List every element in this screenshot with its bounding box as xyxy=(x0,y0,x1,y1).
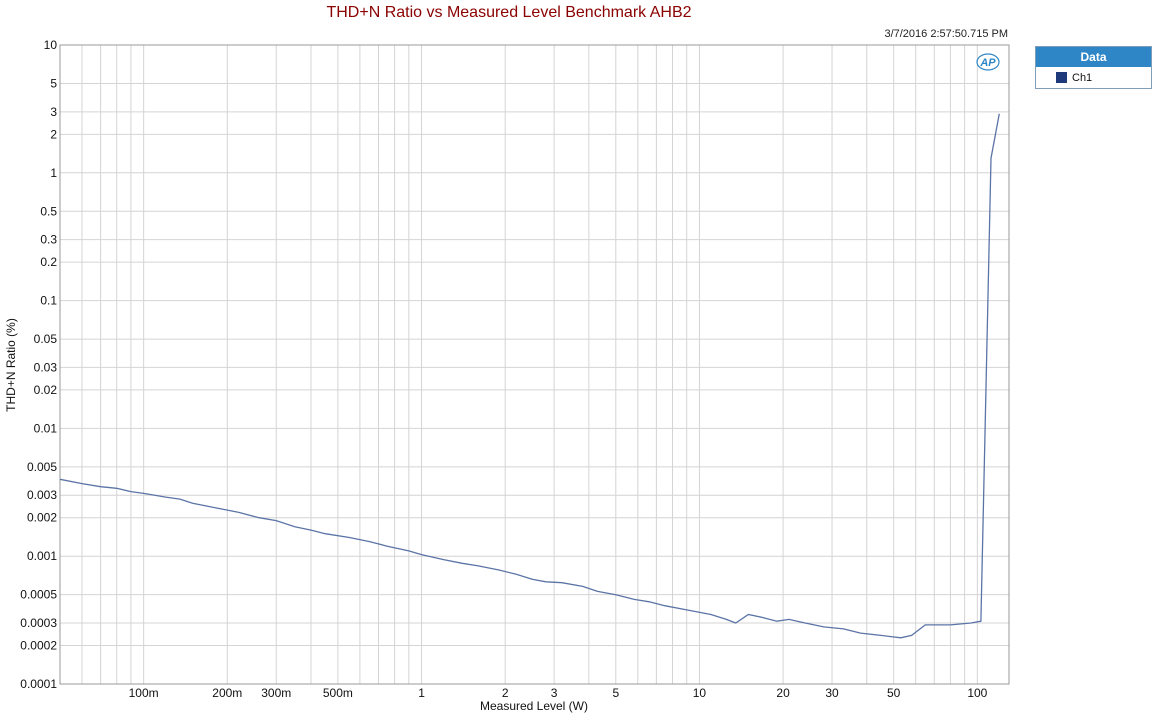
legend-item-ch1[interactable]: Ch1 xyxy=(1036,67,1151,88)
y-tick-label: 5 xyxy=(50,76,57,90)
x-axis-label: Measured Level (W) xyxy=(480,699,588,713)
x-tick-label: 10 xyxy=(693,686,707,700)
y-tick-label: 0.01 xyxy=(34,421,58,435)
x-tick-label: 500m xyxy=(323,686,353,700)
y-tick-labels: 10 5 3 2 1 0.5 0.3 0.2 0.1 0.05 0.03 0.02 0.01 0.005 0… xyxy=(20,38,57,691)
y-tick-label: 1 xyxy=(50,166,57,180)
y-tick-label: 0.0005 xyxy=(20,588,57,602)
y-tick-label: 0.0001 xyxy=(20,677,57,691)
x-tick-label: 3 xyxy=(551,686,558,700)
legend-swatch xyxy=(1056,72,1067,83)
series-ch1-line xyxy=(59,113,1000,639)
x-tick-label: 20 xyxy=(776,686,790,700)
legend-header: Data xyxy=(1036,47,1151,67)
y-tick-label: 2 xyxy=(50,127,57,141)
y-tick-label: 3 xyxy=(50,105,57,119)
y-tick-label: 0.02 xyxy=(34,383,58,397)
x-tick-label: 100 xyxy=(967,686,987,700)
y-tick-label: 0.05 xyxy=(34,332,58,346)
y-tick-label: 0.1 xyxy=(40,294,57,308)
x-tick-label: 30 xyxy=(825,686,839,700)
legend-panel: Data Ch1 xyxy=(1035,46,1152,89)
y-tick-label: 0.005 xyxy=(27,460,57,474)
ap-logo-text: AP xyxy=(979,57,996,69)
y-tick-label: 0.03 xyxy=(34,360,58,374)
y-tick-label: 0.002 xyxy=(27,511,57,525)
y-tick-label: 0.003 xyxy=(27,488,57,502)
legend-item-label: Ch1 xyxy=(1072,71,1093,84)
y-tick-label: 0.001 xyxy=(27,549,57,563)
x-tick-label: 5 xyxy=(612,686,619,700)
x-tick-label: 100m xyxy=(129,686,159,700)
y-tick-label: 0.0002 xyxy=(20,639,57,653)
x-tick-labels: 100m 200m 300m 500m 1 2 3 5 10 20 30 50 100 xyxy=(129,686,988,700)
y-axis-label: THD+N Ratio (%) xyxy=(4,318,18,412)
y-tick-label: 0.5 xyxy=(40,204,57,218)
ap-logo-icon: AP xyxy=(976,53,1000,71)
y-tick-label: 0.0003 xyxy=(20,616,57,630)
chart-svg: 10 5 3 2 1 0.5 0.3 0.2 0.1 0.05 0.03 0.02 0.01 0.005 0… xyxy=(4,38,1010,713)
x-tick-label: 50 xyxy=(887,686,901,700)
x-tick-label: 200m xyxy=(212,686,242,700)
x-tick-label: 1 xyxy=(418,686,425,700)
y-tick-label: 0.2 xyxy=(40,255,57,269)
y-tick-label: 10 xyxy=(44,38,58,52)
y-tick-label: 0.3 xyxy=(40,233,57,247)
grid xyxy=(60,44,1009,685)
x-tick-label: 2 xyxy=(502,686,509,700)
x-tick-label: 300m xyxy=(261,686,291,700)
